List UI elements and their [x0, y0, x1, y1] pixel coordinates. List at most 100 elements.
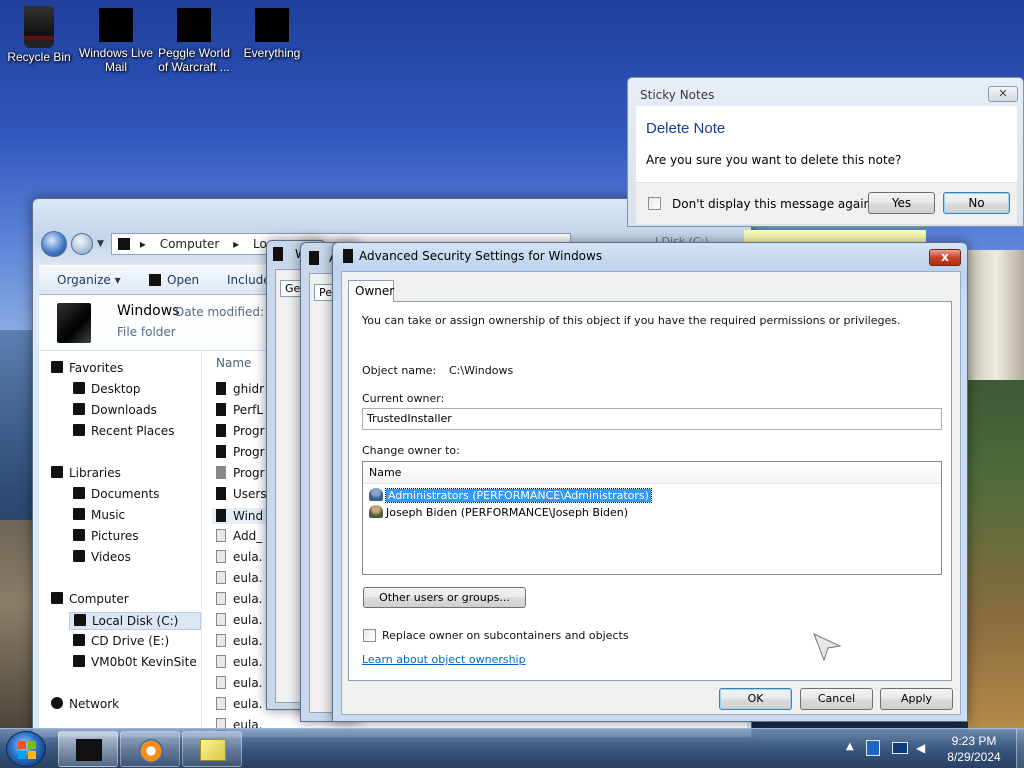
file-row[interactable]: ghidr [216, 382, 264, 396]
file-icon [216, 550, 226, 563]
file-icon [216, 634, 226, 647]
owner-intro-text: You can take or assign ownership of this… [362, 314, 901, 327]
network-icon [51, 697, 63, 709]
forward-button[interactable] [71, 233, 93, 255]
dialog-client: Owner You can take or assign ownership o… [341, 271, 961, 715]
file-row[interactable]: Progr [216, 445, 265, 459]
show-desktop-button[interactable] [1016, 729, 1024, 768]
music-icon [73, 508, 85, 520]
start-button[interactable] [6, 731, 46, 767]
folder-icon [216, 445, 226, 458]
nav-pictures[interactable]: Pictures [73, 529, 139, 543]
nav-desktop[interactable]: Desktop [73, 382, 141, 396]
file-row[interactable]: eula. [216, 550, 263, 564]
nav-network[interactable]: Network [51, 697, 119, 711]
taskbar-media-player[interactable] [120, 731, 180, 767]
sticky-notes-dialog[interactable]: Sticky Notes ✕ Delete Note Are you sure … [627, 77, 1024, 227]
file-row[interactable]: PerfL [216, 403, 263, 417]
replace-owner-checkbox[interactable] [363, 629, 376, 642]
other-users-button[interactable]: Other users or groups... [363, 587, 526, 608]
desktop-icon-peggle[interactable]: Peggle World of Warcraft ... [156, 8, 232, 74]
file-icon [216, 655, 226, 668]
owner-candidates-list[interactable]: Name Administrators (PERFORMANCE\Adminis… [362, 461, 942, 575]
file-row[interactable]: eula. [216, 676, 263, 690]
file-row[interactable]: Users [216, 487, 267, 501]
file-row[interactable]: Progr [216, 466, 265, 480]
advanced-security-window[interactable]: Advanced Security Settings for Windows x… [332, 242, 968, 722]
open-button[interactable]: Open [149, 273, 199, 287]
title-bar[interactable]: Advanced Security Settings for Windows [333, 243, 967, 269]
show-hidden-icons-chevron-icon[interactable]: ▲ [846, 741, 854, 752]
breadcrumb-local-disk[interactable]: Lo [253, 237, 267, 251]
file-row[interactable]: eula. [216, 592, 263, 606]
yes-button[interactable]: Yes [868, 192, 935, 214]
desktop-icon-label: Windows Live Mail [78, 46, 154, 74]
file-row[interactable]: Progr [216, 424, 265, 438]
details-type: File folder [117, 325, 176, 339]
nav-vm-share[interactable]: VM0b0t KevinSite [73, 655, 197, 669]
computer-icon [51, 592, 63, 604]
no-button[interactable]: No [943, 192, 1010, 214]
owner-tab-panel: You can take or assign ownership of this… [348, 301, 952, 681]
include-in-library-button[interactable]: Include [227, 273, 271, 287]
file-row[interactable]: eula. [216, 634, 263, 648]
nav-recent-places[interactable]: Recent Places [73, 424, 174, 438]
dialog-title: Sticky Notes [640, 88, 715, 102]
taskbar-sticky-notes[interactable] [182, 731, 242, 767]
list-column-name[interactable]: Name [363, 462, 941, 484]
peggle-icon [177, 8, 211, 42]
tab-owner[interactable]: Owner [348, 280, 394, 302]
breadcrumb-computer[interactable]: Computer [160, 237, 220, 251]
close-button[interactable]: x [929, 249, 961, 266]
nav-music[interactable]: Music [73, 508, 125, 522]
media-player-icon [139, 739, 163, 763]
object-name-value: C:\Windows [449, 364, 514, 377]
volume-icon[interactable]: ◀ [916, 741, 925, 755]
organize-button[interactable]: Organize ▾ [57, 273, 121, 287]
nav-downloads[interactable]: Downloads [73, 403, 157, 417]
apply-button[interactable]: Apply [880, 688, 953, 710]
nav-cd-drive[interactable]: CD Drive (E:) [73, 634, 169, 648]
dont-show-label: Don't display this message again [672, 197, 872, 211]
file-row[interactable]: eula. [216, 571, 263, 585]
nav-videos[interactable]: Videos [73, 550, 131, 564]
dont-show-checkbox[interactable] [648, 197, 661, 210]
explorer-icon [76, 739, 102, 761]
ok-button[interactable]: OK [719, 688, 792, 710]
column-header-name[interactable]: Name [216, 356, 251, 370]
folder-icon [216, 403, 226, 416]
group-users-icon [369, 488, 383, 501]
nav-favorites[interactable]: Favorites [51, 361, 123, 375]
owner-row-joseph-biden[interactable]: Joseph Biden (PERFORMANCE\Joseph Biden) [369, 505, 628, 519]
desktop-icon-recycle-bin[interactable]: Recycle Bin [1, 6, 77, 64]
file-row[interactable]: eula. [216, 655, 263, 669]
folder-large-icon [57, 303, 91, 343]
nav-local-disk[interactable]: Local Disk (C:) [69, 612, 201, 630]
cancel-button[interactable]: Cancel [800, 688, 873, 710]
taskbar-explorer[interactable] [58, 731, 118, 767]
file-row[interactable]: eula. [216, 697, 263, 711]
downloads-icon [73, 403, 85, 415]
desktop-icon-windows-live-mail[interactable]: Windows Live Mail [78, 8, 154, 74]
owner-row-administrators[interactable]: Administrators (PERFORMANCE\Administrato… [369, 488, 652, 503]
details-name: Windows [117, 303, 180, 319]
documents-icon [73, 487, 85, 499]
file-row-selected[interactable]: Wind [212, 508, 268, 524]
nav-libraries[interactable]: Libraries [51, 466, 121, 480]
system-clock[interactable]: 9:23 PM 8/29/2024 [934, 733, 1014, 765]
dialog-message: Are you sure you want to delete this not… [646, 153, 902, 167]
nav-documents[interactable]: Documents [73, 487, 159, 501]
change-owner-label: Change owner to: [362, 444, 460, 457]
network-tray-icon[interactable] [892, 742, 908, 754]
nav-computer[interactable]: Computer [51, 592, 129, 606]
action-center-icon[interactable] [866, 740, 880, 756]
close-icon[interactable]: ✕ [988, 86, 1018, 102]
recent-pages-chevron-icon[interactable]: ▼ [97, 239, 104, 249]
desktop-icon-everything[interactable]: Everything [234, 8, 310, 60]
desktop-lighthouse [968, 250, 1024, 380]
file-row[interactable]: Add_ [216, 529, 262, 543]
file-row[interactable]: eula. [216, 613, 263, 627]
learn-ownership-link[interactable]: Learn about object ownership [362, 653, 526, 666]
back-button[interactable] [41, 231, 67, 257]
navigation-pane[interactable]: Favorites Desktop Downloads Recent Place… [39, 351, 201, 731]
